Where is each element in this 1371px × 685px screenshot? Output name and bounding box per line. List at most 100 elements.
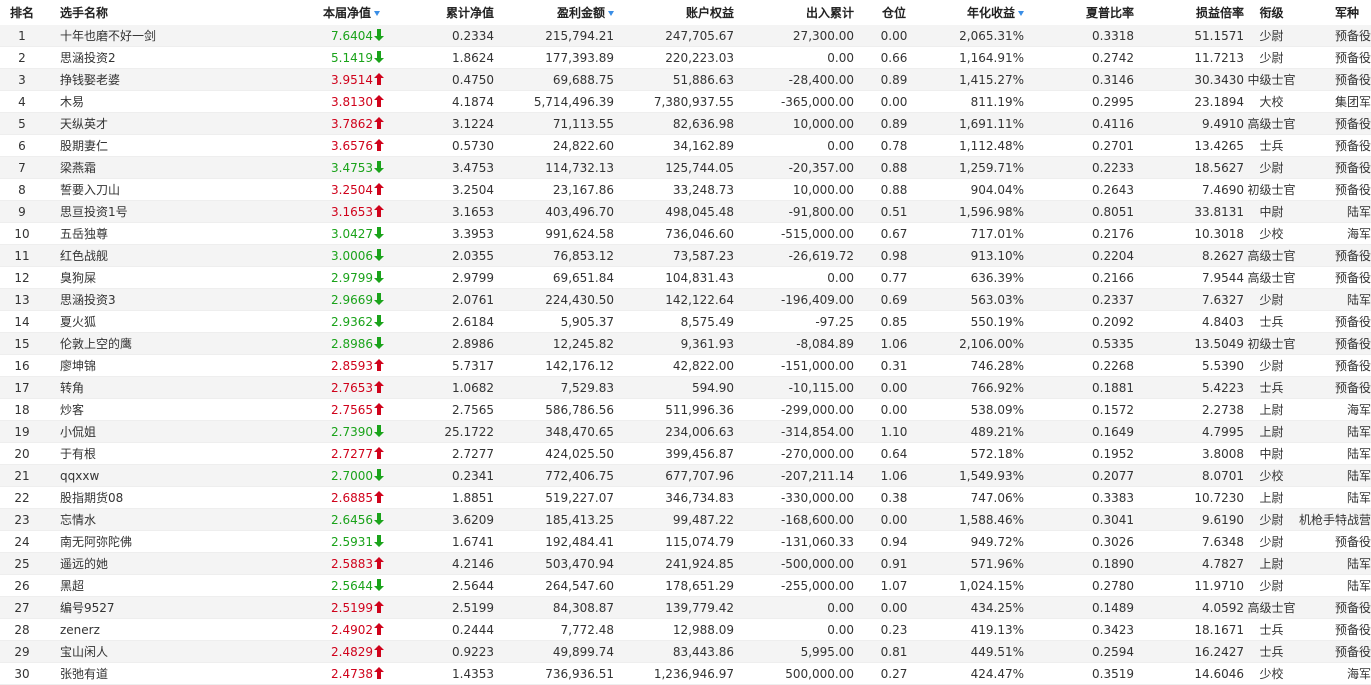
table-row[interactable]: 26 黑超 2.5644 2.5644 264,547.60 178,651.29 -255… <box>0 574 1371 597</box>
table-row[interactable]: 29 宝山闲人 2.4829 0.9223 49,899.74 83,443.86 5,99… <box>0 640 1371 663</box>
sort-down-icon[interactable] <box>1018 11 1024 16</box>
table-row[interactable]: 17 转角 2.7653 1.0682 7,529.83 594.90 -10,115.00… <box>0 376 1371 399</box>
cell-inout: 500,000.00 <box>734 662 854 685</box>
table-row[interactable]: 9 思亘投资1号 3.1653 3.1653 403,496.70 498,045.48-… <box>0 200 1371 223</box>
table-row[interactable]: 10 五岳独尊 3.0427 3.3953 991,624.58 736,046.60 -5… <box>0 222 1371 245</box>
cell-profit: 76,853.12 <box>494 244 614 267</box>
cell-player-name[interactable]: qqxxw <box>44 464 204 487</box>
table-row[interactable]: 30 张弛有道 2.4738 1.4353 736,936.51 1,236,946.97… <box>0 662 1371 685</box>
cell-player-name[interactable]: 股期妻仁 <box>44 134 204 157</box>
sort-down-icon[interactable] <box>374 11 380 16</box>
table-row[interactable]: 3 挣钱娶老婆 3.9514 0.4750 69,688.75 51,886.63 -28,… <box>0 68 1371 91</box>
table-row[interactable]: 5 天纵英才 3.7862 3.1224 71,113.55 82,636.98 10,00… <box>0 112 1371 135</box>
table-row[interactable]: 24 南无阿弥陀佛 2.5931 1.6741 192,484.41 115,074.79… <box>0 530 1371 553</box>
cell-player-name[interactable]: 于有根 <box>44 442 204 465</box>
header-nav[interactable]: 本届净值 <box>204 0 384 25</box>
cell-player-name[interactable]: 梁燕霜 <box>44 156 204 179</box>
table-row[interactable]: 1 十年也磨不好一剑 7.6404 0.2334 215,794.21 247,705.6… <box>0 25 1371 47</box>
table-row[interactable]: 14 夏火狐 2.9362 2.6184 5,905.37 8,575.49 -97.25 0… <box>0 310 1371 333</box>
cell-rank-title: 少尉 <box>1244 530 1299 553</box>
table-row[interactable]: 11 红色战舰 3.0006 2.0355 76,853.12 73,587.23 -26,… <box>0 244 1371 267</box>
cell-player-name[interactable]: 木易 <box>44 90 204 113</box>
header-profit[interactable]: 盈利金额 <box>494 0 614 25</box>
nav-value: 2.7390 <box>331 424 373 439</box>
cell-player-name[interactable]: 转角 <box>44 376 204 399</box>
cell-rank: 9 <box>0 200 44 223</box>
cell-player-name[interactable]: 天纵英才 <box>44 112 204 135</box>
cell-rank-title: 少尉 <box>1244 25 1299 47</box>
cell-profit: 23,167.86 <box>494 178 614 201</box>
cell-cum-nav: 1.0682 <box>384 376 494 399</box>
table-row[interactable]: 18 炒客 2.7565 2.7565 586,786.56 511,996.36 -299… <box>0 398 1371 421</box>
cell-player-name[interactable]: 誓要入刀山 <box>44 178 204 201</box>
table-row[interactable]: 20 于有根 2.7277 2.7277 424,025.50 399,456.87 -27… <box>0 442 1371 465</box>
cell-player-name[interactable]: 编号9527 <box>44 596 204 619</box>
cell-pl-ratio: 18.5627 <box>1134 156 1244 179</box>
nav-value: 2.5199 <box>331 600 373 615</box>
cell-player-name[interactable]: 十年也磨不好一剑 <box>44 25 204 47</box>
cell-player-name[interactable]: 红色战舰 <box>44 244 204 267</box>
table-row[interactable]: 8 誓要入刀山 3.2504 3.2504 23,167.86 33,248.73 10,0… <box>0 178 1371 201</box>
table-row[interactable]: 27 编号9527 2.5199 2.5199 84,308.87 139,779.42 0… <box>0 596 1371 619</box>
header-annual[interactable]: 年化收益 <box>914 0 1024 25</box>
cell-player-name[interactable]: 张弛有道 <box>44 662 204 685</box>
table-row[interactable]: 2 思涵投资2 5.1419 1.8624 177,393.89 220,223.03 0.… <box>0 46 1371 69</box>
cell-player-name[interactable]: 思涵投资2 <box>44 46 204 69</box>
cell-position: 0.66 <box>854 46 914 69</box>
table-row[interactable]: 19 小侃姐 2.7390 25.1722 348,470.65 234,006.63 -3… <box>0 420 1371 443</box>
table-body: 1 十年也磨不好一剑 7.6404 0.2334 215,794.21 247,705.6… <box>0 25 1371 685</box>
cell-rank-title: 上尉 <box>1244 486 1299 509</box>
cell-nav: 2.7277 <box>204 442 384 465</box>
cell-player-name[interactable]: 廖坤锦 <box>44 354 204 377</box>
cell-player-name[interactable]: 黑超 <box>44 574 204 597</box>
header-annual-label[interactable]: 年化收益 <box>967 6 1015 20</box>
table-row[interactable]: 25 遥远的她 2.5883 4.2146 503,470.94 241,924.85 -5… <box>0 552 1371 575</box>
table-row[interactable]: 13 思涵投资3 2.9669 2.0761 224,430.50 142,122.64-… <box>0 288 1371 311</box>
table-row[interactable]: 7 梁燕霜 3.4753 3.4753 114,732.13 125,744.05 -20,… <box>0 156 1371 179</box>
cell-profit: 772,406.75 <box>494 464 614 487</box>
cell-equity: 83,443.86 <box>614 640 734 663</box>
cell-inout: -20,357.00 <box>734 156 854 179</box>
cell-inout: -515,000.00 <box>734 222 854 245</box>
cell-equity: 241,924.85 <box>614 552 734 575</box>
cell-player-name[interactable]: 挣钱娶老婆 <box>44 68 204 91</box>
cell-player-name[interactable]: 五岳独尊 <box>44 222 204 245</box>
table-row[interactable]: 12 臭狗屎 2.9799 2.9799 69,651.84 104,831.43 0.00… <box>0 266 1371 289</box>
table-row[interactable]: 16 廖坤锦 2.8593 5.7317 142,176.12 42,822.00 -151… <box>0 354 1371 377</box>
cell-player-name[interactable]: 南无阿弥陀佛 <box>44 530 204 553</box>
arrow-up-icon <box>374 644 384 657</box>
cell-army: 预备役 <box>1299 178 1371 201</box>
cell-nav: 5.1419 <box>204 46 384 69</box>
cell-player-name[interactable]: 忘情水 <box>44 508 204 531</box>
header-nav-label[interactable]: 本届净值 <box>323 6 371 20</box>
cell-player-name[interactable]: 小侃姐 <box>44 420 204 443</box>
table-row[interactable]: 6 股期妻仁 3.6576 0.5730 24,822.60 34,162.89 0.00 0… <box>0 134 1371 157</box>
cell-player-name[interactable]: zenerz <box>44 618 204 641</box>
cell-player-name[interactable]: 股指期货08 <box>44 486 204 509</box>
cell-player-name[interactable]: 炒客 <box>44 398 204 421</box>
cell-player-name[interactable]: 思亘投资1号 <box>44 200 204 223</box>
table-row[interactable]: 21 qqxxw 2.7000 0.2341 772,406.75 677,707.96-… <box>0 464 1371 487</box>
cell-player-name[interactable]: 思涵投资3 <box>44 288 204 311</box>
cell-inout: 0.00 <box>734 596 854 619</box>
sort-down-icon[interactable] <box>608 11 614 16</box>
cell-player-name[interactable]: 伦敦上空的鹰 <box>44 332 204 355</box>
table-row[interactable]: 28 zenerz 2.4902 0.2444 7,772.48 12,988.09 0.0… <box>0 618 1371 641</box>
cell-annual: 1,588.46% <box>914 508 1024 531</box>
table-row[interactable]: 4 木易 3.8130 4.1874 5,714,496.39 7,380,937.55-… <box>0 90 1371 113</box>
table-row[interactable]: 23 忘情水 2.6456 3.6209 185,413.25 99,487.22 -168… <box>0 508 1371 531</box>
header-profit-label[interactable]: 盈利金额 <box>557 6 605 20</box>
table-row[interactable]: 15 伦敦上空的鹰 2.8986 2.8986 12,245.82 9,361.93 -8,… <box>0 332 1371 355</box>
arrow-up-icon <box>374 556 384 569</box>
cell-rank-title: 上尉 <box>1244 552 1299 575</box>
cell-player-name[interactable]: 夏火狐 <box>44 310 204 333</box>
cell-player-name[interactable]: 宝山闲人 <box>44 640 204 663</box>
cell-inout: -131,060.33 <box>734 530 854 553</box>
cell-player-name[interactable]: 臭狗屎 <box>44 266 204 289</box>
cell-player-name[interactable]: 遥远的她 <box>44 552 204 575</box>
header-cum-nav: 累计净值 <box>384 0 494 25</box>
cell-nav: 2.7000 <box>204 464 384 487</box>
cell-equity: 1,236,946.97 <box>614 662 734 685</box>
table-row[interactable]: 22 股指期货08 2.6885 1.8851 519,227.07 346,734.83… <box>0 486 1371 509</box>
header-equity: 账户权益 <box>614 0 734 25</box>
